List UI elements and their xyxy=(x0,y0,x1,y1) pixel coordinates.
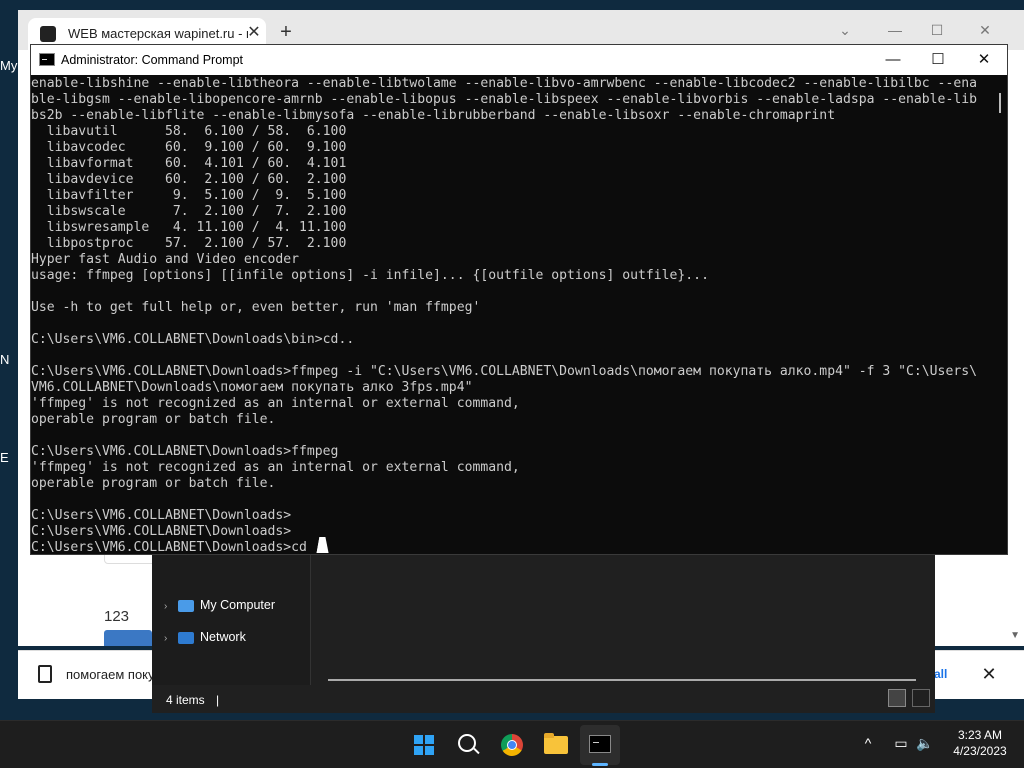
console-line: libavutil 58. 6.100 / 58. 6.100 xyxy=(31,124,347,139)
nav-item-my-computer[interactable]: › My Computer xyxy=(164,598,275,618)
explorer-nav-pane: › My Computer › Network xyxy=(152,555,310,685)
tab-title: WEB мастерская wapinet.ru - по xyxy=(68,26,248,41)
network-icon xyxy=(178,631,194,644)
details-view-icon[interactable] xyxy=(888,689,906,707)
taskbar: ^ ▭ 🔈 3:23 AM 4/23/2023 xyxy=(0,720,1024,768)
console-line: C:\Users\VM6.COLLABNET\Downloads> xyxy=(31,508,292,523)
taskbar-search-button[interactable] xyxy=(448,725,488,765)
nav-item-network[interactable]: › Network xyxy=(164,630,246,650)
browser-minimize-button[interactable]: — xyxy=(872,18,918,42)
console-line: C:\Users\VM6.COLLABNET\Downloads>ffmpeg … xyxy=(31,364,977,379)
console-line: C:\Users\VM6.COLLABNET\Downloads\bin>cd.… xyxy=(31,332,355,347)
chevron-right-icon[interactable]: › xyxy=(164,633,178,644)
console-line: Hyper fast Audio and Video encoder xyxy=(31,252,300,267)
terminal-icon xyxy=(589,735,611,753)
explorer-status: 4 items | xyxy=(166,693,219,707)
page-action-button[interactable] xyxy=(104,630,152,646)
tray-overflow-icon[interactable]: ^ xyxy=(860,735,876,751)
console-line: libpostproc 57. 2.100 / 57. 2.100 xyxy=(31,236,347,251)
explorer-horizontal-scrollbar[interactable] xyxy=(328,679,916,681)
cmd-titlebar[interactable]: Administrator: Command Prompt — ☐ ✕ xyxy=(31,45,1007,75)
console-line: enable-libshine --enable-libtheora --ena… xyxy=(31,76,977,91)
search-icon xyxy=(458,734,476,752)
large-icons-view-icon[interactable] xyxy=(912,689,930,707)
console-line: libavdevice 60. 2.100 / 60. 2.100 xyxy=(31,172,347,187)
taskbar-explorer-button[interactable] xyxy=(536,725,576,765)
desktop-label-2: N xyxy=(0,352,10,367)
cmd-maximize-button[interactable]: ☐ xyxy=(918,48,958,72)
console-line: libswscale 7. 2.100 / 7. 2.100 xyxy=(31,204,347,219)
tab-close-icon[interactable]: ✕ xyxy=(244,23,264,43)
scroll-down-icon[interactable]: ▼ xyxy=(1010,630,1020,641)
page-number-text: 123 xyxy=(104,608,130,625)
item-count: 4 items xyxy=(166,693,205,707)
console-line: usage: ffmpeg [options] [[infile options… xyxy=(31,268,709,283)
console-line: C:\Users\VM6.COLLABNET\Downloads> xyxy=(31,524,292,539)
console-line: C:\Users\VM6.COLLABNET\Downloads>cd xyxy=(31,540,307,554)
browser-maximize-button[interactable]: ☐ xyxy=(914,18,960,42)
file-icon xyxy=(38,665,52,683)
console-line: operable program or batch file. xyxy=(31,412,276,427)
console-line: ble-libgsm --enable-libopencore-amrnb --… xyxy=(31,92,977,107)
start-button[interactable] xyxy=(404,725,444,765)
system-clock[interactable]: 3:23 AM 4/23/2023 xyxy=(945,727,1015,759)
taskbar-chrome-button[interactable] xyxy=(492,725,532,765)
console-line: libswresample 4. 11.100 / 4. 11.100 xyxy=(31,220,347,235)
network-status-icon[interactable]: ▭ xyxy=(892,735,910,751)
computer-icon xyxy=(178,599,194,612)
windows-icon xyxy=(414,735,434,755)
console-line: bs2b --enable-libflite --enable-libmysof… xyxy=(31,108,836,123)
downloads-close-icon[interactable]: ✕ xyxy=(978,663,1000,685)
console-line: libavcodec 60. 9.100 / 60. 9.100 xyxy=(31,140,347,155)
console-line: 'ffmpeg' is not recognized as an interna… xyxy=(31,460,520,475)
cmd-title: Administrator: Command Prompt xyxy=(61,53,244,67)
desktop-label-1: My xyxy=(0,58,18,73)
command-prompt-window: Administrator: Command Prompt — ☐ ✕ enab… xyxy=(30,44,1008,555)
cmd-scrollbar[interactable] xyxy=(999,93,1001,113)
taskbar-cmd-button[interactable] xyxy=(580,725,620,765)
console-line: VM6.COLLABNET\Downloads\помогаем покупат… xyxy=(31,380,473,395)
console-line: 'ffmpeg' is not recognized as an interna… xyxy=(31,396,520,411)
cmd-minimize-button[interactable]: — xyxy=(873,48,913,72)
new-tab-button[interactable]: + xyxy=(276,22,296,42)
nav-item-label: My Computer xyxy=(200,598,276,612)
status-separator: | xyxy=(216,693,220,707)
cmd-close-button[interactable]: ✕ xyxy=(964,48,1004,72)
show-all-link[interactable]: all xyxy=(934,667,947,681)
explorer-divider xyxy=(310,555,311,685)
browser-tab-search-icon[interactable]: ⌄ xyxy=(822,18,868,42)
clock-time: 3:23 AM xyxy=(957,728,1003,742)
console-line: libavfilter 9. 5.100 / 9. 5.100 xyxy=(31,188,347,203)
console-line: operable program or batch file. xyxy=(31,476,276,491)
clock-date: 4/23/2023 xyxy=(953,744,1007,758)
file-explorer-window: › My Computer › Network 4 items | xyxy=(152,555,935,713)
folder-icon xyxy=(544,733,568,754)
chevron-right-icon[interactable]: › xyxy=(164,601,178,612)
site-favicon-icon xyxy=(40,26,56,42)
cmd-console-output[interactable]: enable-libshine --enable-libtheora --ena… xyxy=(31,76,999,554)
console-line: C:\Users\VM6.COLLABNET\Downloads>ffmpeg xyxy=(31,444,339,459)
console-line: Use -h to get full help or, even better,… xyxy=(31,300,481,315)
browser-close-button[interactable]: ✕ xyxy=(962,18,1008,42)
volume-icon[interactable]: 🔈 xyxy=(916,735,934,751)
chrome-icon xyxy=(501,734,523,756)
console-line: libavformat 60. 4.101 / 60. 4.101 xyxy=(31,156,347,171)
active-app-indicator xyxy=(592,763,608,766)
nav-item-label: Network xyxy=(200,630,246,644)
terminal-icon xyxy=(39,53,55,66)
desktop-label-3: E xyxy=(0,450,9,465)
